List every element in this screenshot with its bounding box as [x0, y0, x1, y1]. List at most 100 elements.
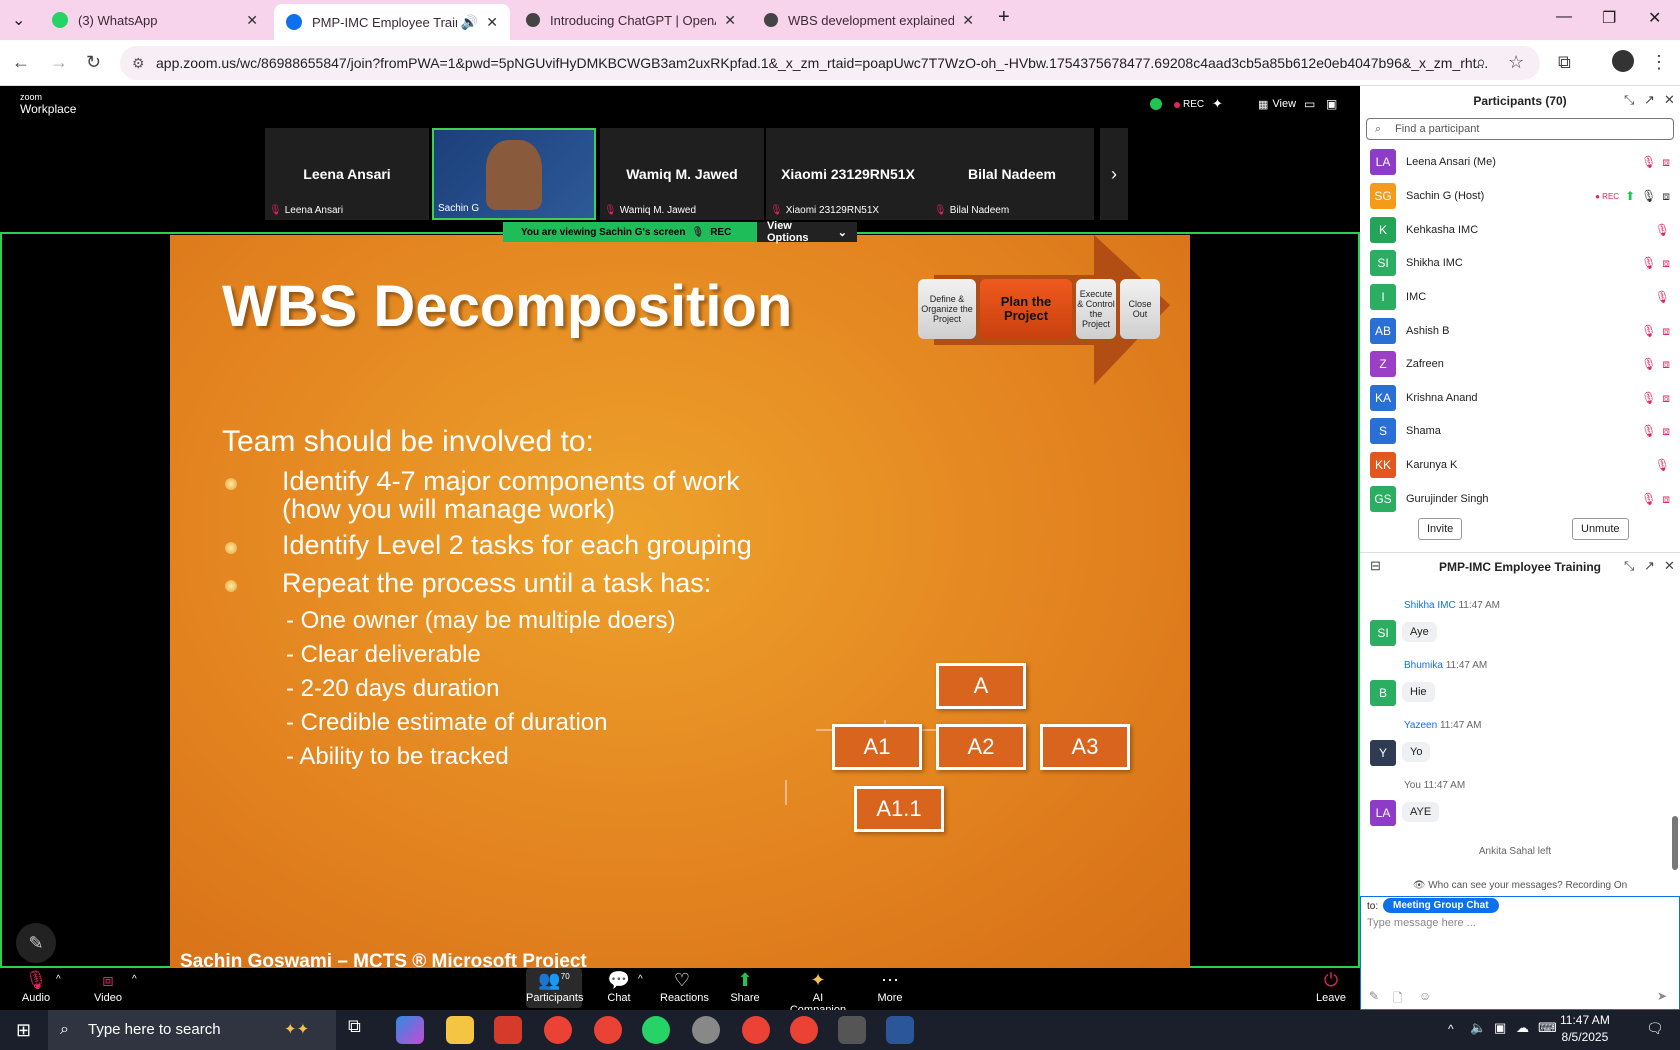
minimize-icon[interactable]: —	[1556, 8, 1572, 26]
unmute-button[interactable]: Unmute	[1572, 518, 1629, 540]
recording-indicator[interactable]: REC	[1174, 99, 1204, 110]
view-button[interactable]: ▦ View	[1258, 98, 1296, 111]
format-icon[interactable]: ✎	[1369, 989, 1379, 1003]
slide-sub-item: - Ability to be tracked	[286, 743, 509, 770]
copilot-icon[interactable]	[396, 1016, 424, 1044]
task-view-icon[interactable]: ⧉	[348, 1016, 376, 1044]
visibility-notice[interactable]: 👁 Who can see your messages? Recording O…	[1360, 880, 1680, 891]
recipient-selector[interactable]: Meeting Group Chat	[1383, 898, 1499, 913]
site-info-icon[interactable]: ⚙	[132, 46, 145, 80]
chrome-icon[interactable]	[544, 1016, 572, 1044]
chat-compose-box[interactable]: to: Meeting Group Chat Type message here…	[1360, 896, 1680, 1010]
clock-app-icon[interactable]	[692, 1016, 720, 1044]
new-tab-icon[interactable]: +	[998, 6, 1010, 29]
video-tile[interactable]: Leena Ansari 🎙 Leena Ansari	[265, 128, 429, 220]
extensions-icon[interactable]: ⧉	[1558, 52, 1571, 73]
tab-chatgpt[interactable]: Introducing ChatGPT | OpenAI ✕	[514, 4, 748, 36]
participant-row[interactable]: SG Sachin G (Host) ● REC ⬆ 🎙 ⧈	[1370, 182, 1670, 210]
chat-options-caret-icon[interactable]: ^	[638, 974, 643, 985]
pop-out-icon[interactable]: ↗	[1644, 558, 1655, 574]
system-clock[interactable]: 11:47 AM 8/5/2025	[1560, 1012, 1610, 1046]
share-button[interactable]: ⬆ Share	[730, 970, 760, 1004]
video-tile[interactable]: Wamiq M. Jawed 🎙 Wamiq M. Jawed	[600, 128, 764, 220]
word-icon[interactable]	[886, 1016, 914, 1044]
participant-row[interactable]: Z Zafreen 🎙 ⧈	[1370, 350, 1670, 378]
participant-row[interactable]: SI Shikha IMC 🎙 ⧈	[1370, 249, 1670, 277]
chatgpt-app-icon[interactable]	[838, 1016, 866, 1044]
zoom-magnifier-icon[interactable]: ⌕	[1476, 52, 1486, 73]
participant-row[interactable]: KK Karunya K 🎙	[1370, 451, 1670, 479]
close-panel-icon[interactable]: ✕	[1664, 92, 1675, 108]
close-tab-icon[interactable]: ✕	[246, 12, 258, 29]
video-button[interactable]: ⧈ Video	[88, 970, 128, 1004]
profile-avatar[interactable]	[1612, 50, 1634, 72]
windows-start-icon[interactable]: ⊞	[16, 1020, 31, 1041]
taskbar-search-input[interactable]: ⌕ Type here to search ✦✦	[48, 1010, 336, 1050]
video-tile[interactable]: Xiaomi 23129RN51X 🎙 Xiaomi 23129RN51X	[766, 128, 930, 220]
security-shield-icon[interactable]	[1150, 98, 1162, 110]
participant-row[interactable]: GS Gurujinder Singh 🎙 ⧈	[1370, 485, 1670, 513]
chrome-icon[interactable]	[742, 1016, 770, 1044]
ai-sparkle-icon[interactable]: ✦	[1212, 96, 1223, 112]
video-tile[interactable]: Bilal Nadeem 🎙 Bilal Nadeem	[930, 128, 1094, 220]
back-icon[interactable]: ←	[12, 52, 30, 73]
invite-button[interactable]: Invite	[1418, 518, 1463, 540]
more-button[interactable]: ⋯ More	[874, 970, 906, 1004]
chat-scrollbar[interactable]	[1672, 816, 1678, 870]
participants-button[interactable]: 👥70 Participants	[526, 968, 583, 1008]
participant-search-input[interactable]: ⌕ Find a participant	[1366, 118, 1674, 140]
close-tab-icon[interactable]: ✕	[724, 12, 736, 29]
participant-row[interactable]: LA Leena Ansari (Me) 🎙 ⧈	[1370, 148, 1670, 176]
close-panel-icon[interactable]: ✕	[1664, 558, 1675, 574]
file-icon[interactable]: 🗋	[1393, 989, 1403, 1010]
tab-wbs[interactable]: WBS development explained ✕	[752, 4, 986, 36]
restore-icon[interactable]: ❐	[1602, 8, 1616, 28]
browser-menu-icon[interactable]: ⋮	[1650, 52, 1668, 73]
collapse-icon[interactable]: ⤡	[1624, 558, 1634, 574]
language-icon[interactable]: ⌨	[1538, 1020, 1557, 1036]
chrome-profile-icon[interactable]	[594, 1016, 622, 1044]
speaker-icon[interactable]: 🔊	[461, 14, 478, 31]
participant-row[interactable]: I IMC 🎙	[1370, 283, 1670, 311]
reload-icon[interactable]: ↻	[86, 52, 101, 73]
file-explorer-icon[interactable]	[446, 1016, 474, 1044]
forward-icon[interactable]: →	[50, 52, 68, 73]
layout-icon[interactable]: ▭	[1304, 97, 1315, 111]
emoji-icon[interactable]: ☺	[1419, 989, 1431, 1003]
display-icon[interactable]: ▣	[1494, 1020, 1506, 1036]
tab-zoom[interactable]: PMP-IMC Employee Training 🔊 ✕	[274, 4, 510, 40]
participant-row[interactable]: K Kehkasha IMC 🎙	[1370, 216, 1670, 244]
video-options-caret-icon[interactable]: ^	[132, 974, 137, 985]
fullscreen-icon[interactable]: ▣	[1326, 97, 1337, 111]
close-window-icon[interactable]: ✕	[1648, 8, 1661, 28]
audio-button[interactable]: 🎙 Audio	[20, 970, 52, 1004]
close-tab-icon[interactable]: ✕	[962, 12, 974, 29]
notifications-icon[interactable]: 🗨	[1646, 1020, 1664, 1037]
chrome-icon[interactable]	[790, 1016, 818, 1044]
pop-out-icon[interactable]: ↗	[1644, 92, 1655, 108]
next-page-chevron-icon[interactable]: ›	[1100, 128, 1128, 220]
chat-button[interactable]: 💬 Chat	[604, 970, 634, 1004]
video-tile-active-speaker[interactable]: Sachin G	[432, 128, 596, 220]
collapse-icon[interactable]: ⤡	[1624, 92, 1634, 108]
annotate-pencil-icon[interactable]: ✎	[16, 923, 56, 963]
network-icon[interactable]: ☁	[1516, 1020, 1529, 1036]
send-icon[interactable]: ➤	[1657, 989, 1667, 1003]
participant-row[interactable]: S Shama 🎙 ⧈	[1370, 417, 1670, 445]
participant-row[interactable]: KA Krishna Anand 🎙 ⧈	[1370, 384, 1670, 412]
participant-row[interactable]: AB Ashish B 🎙 ⧈	[1370, 317, 1670, 345]
video-off-icon: ⧈	[1662, 423, 1670, 438]
tray-chevron-icon[interactable]: ^	[1448, 1022, 1454, 1036]
volume-icon[interactable]: 🔈	[1470, 1020, 1486, 1036]
tab-search-icon[interactable]: ⌄	[12, 10, 25, 30]
app-icon[interactable]	[494, 1016, 522, 1044]
reactions-button[interactable]: ♡ Reactions	[660, 970, 709, 1004]
tab-whatsapp[interactable]: (3) WhatsApp ✕	[40, 4, 270, 36]
close-tab-icon[interactable]: ✕	[486, 14, 498, 31]
view-options-button[interactable]: View Options ⌄	[757, 220, 857, 244]
leave-button[interactable]: ⏻ Leave	[1316, 970, 1346, 1004]
whatsapp-icon[interactable]	[642, 1016, 670, 1044]
url-field[interactable]: ⚙ app.zoom.us/wc/86988655847/join?fromPW…	[120, 46, 1540, 80]
bookmark-star-icon[interactable]: ☆	[1508, 52, 1524, 73]
audio-options-caret-icon[interactable]: ^	[56, 974, 61, 985]
